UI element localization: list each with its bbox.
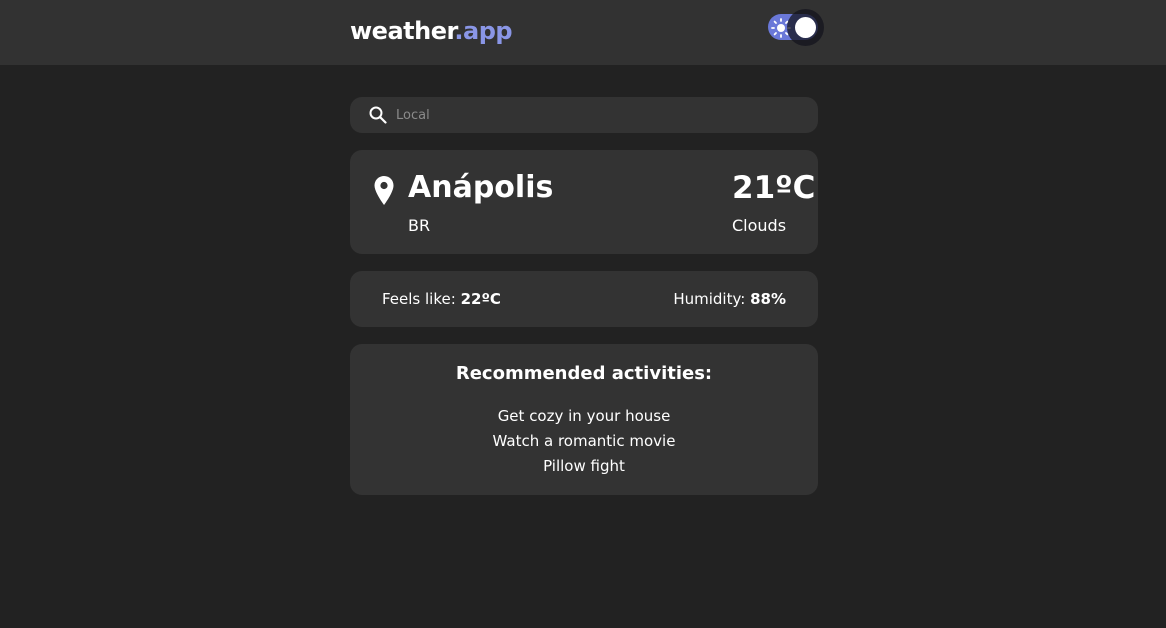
details-card: Feels like: 22ºC Humidity: 88%: [350, 271, 818, 327]
logo-accent-text: .app: [454, 17, 513, 45]
logo-main-text: weather: [350, 17, 455, 45]
weather-condition: Clouds: [732, 216, 787, 235]
activities-list: Get cozy in your house Watch a romantic …: [350, 404, 818, 479]
activity-item: Pillow fight: [543, 457, 625, 475]
humidity: Humidity: 88%: [673, 288, 786, 310]
feels-like-label: Feels like:: [382, 290, 456, 308]
current-temperature: 21ºC: [732, 170, 816, 206]
search-icon[interactable]: [368, 105, 388, 125]
app-logo[interactable]: weather.app: [350, 16, 513, 46]
activity-item: Get cozy in your house: [497, 407, 671, 425]
activities-title: Recommended activities:: [455, 363, 713, 384]
search-bar: [350, 97, 818, 133]
search-input[interactable]: [396, 103, 796, 127]
theme-toggle-knob[interactable]: [795, 17, 816, 38]
map-pin-icon: [374, 176, 394, 205]
app-header: weather.app: [0, 0, 1166, 65]
activity-item: Watch a romantic movie: [492, 432, 676, 450]
location-card: Anápolis BR 21ºC Clouds: [350, 150, 818, 254]
theme-toggle[interactable]: [768, 9, 826, 47]
city-name: Anápolis: [408, 170, 554, 205]
humidity-label: Humidity:: [673, 290, 746, 308]
feels-like: Feels like: 22ºC: [382, 288, 501, 310]
feels-like-value: 22ºC: [460, 290, 501, 308]
activities-card: Recommended activities: Get cozy in your…: [350, 344, 818, 495]
country-code: BR: [408, 216, 431, 235]
humidity-value: 88%: [750, 290, 786, 308]
